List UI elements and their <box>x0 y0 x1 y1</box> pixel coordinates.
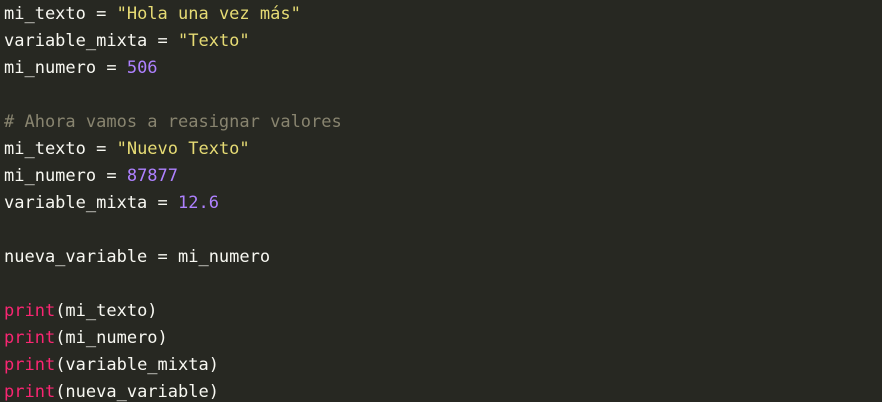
code-text: (mi_texto) <box>55 301 158 321</box>
builtin-function: print <box>4 301 56 321</box>
number-literal: 87877 <box>126 166 179 186</box>
code-text: nueva_variable = mi_numero <box>4 247 271 267</box>
code-line[interactable]: nueva_variable = mi_numero <box>4 244 270 271</box>
string-literal: "Hola una vez más" <box>116 4 301 24</box>
code-line[interactable]: print(mi_numero) <box>4 325 168 352</box>
code-line[interactable]: mi_numero = 506 <box>4 55 158 82</box>
code-text: mi_texto = <box>4 139 117 159</box>
number-literal: 506 <box>126 58 158 78</box>
code-line[interactable]: mi_numero = 87877 <box>4 163 178 190</box>
code-comment: # Ahora vamos a reasignar valores <box>4 112 342 132</box>
code-line[interactable]: print(nueva_variable) <box>4 379 219 402</box>
code-line[interactable]: # Ahora vamos a reasignar valores <box>4 109 342 136</box>
code-line[interactable]: print(mi_texto) <box>4 298 158 325</box>
code-text: variable_mixta = <box>4 193 178 213</box>
code-text: (mi_numero) <box>55 328 168 348</box>
code-text: (variable_mixta) <box>55 355 219 375</box>
builtin-function: print <box>4 382 56 402</box>
code-line[interactable]: mi_texto = "Nuevo Texto" <box>4 136 250 163</box>
string-literal: "Texto" <box>178 31 250 51</box>
code-text: mi_numero = <box>4 166 127 186</box>
code-line[interactable]: mi_texto = "Hola una vez más" <box>4 1 301 28</box>
string-literal: "Nuevo Texto" <box>116 139 250 159</box>
code-line[interactable]: print(variable_mixta) <box>4 352 219 379</box>
builtin-function: print <box>4 355 56 375</box>
code-line[interactable]: variable_mixta = "Texto" <box>4 28 250 55</box>
builtin-function: print <box>4 328 56 348</box>
code-text: mi_numero = <box>4 58 127 78</box>
code-text: variable_mixta = <box>4 31 178 51</box>
code-text: (nueva_variable) <box>55 382 219 402</box>
number-literal: 12.6 <box>178 193 219 213</box>
code-line[interactable]: variable_mixta = 12.6 <box>4 190 219 217</box>
code-text: mi_texto = <box>4 4 117 24</box>
code-editor[interactable]: mi_texto = "Hola una vez más" variable_mi… <box>0 0 882 402</box>
